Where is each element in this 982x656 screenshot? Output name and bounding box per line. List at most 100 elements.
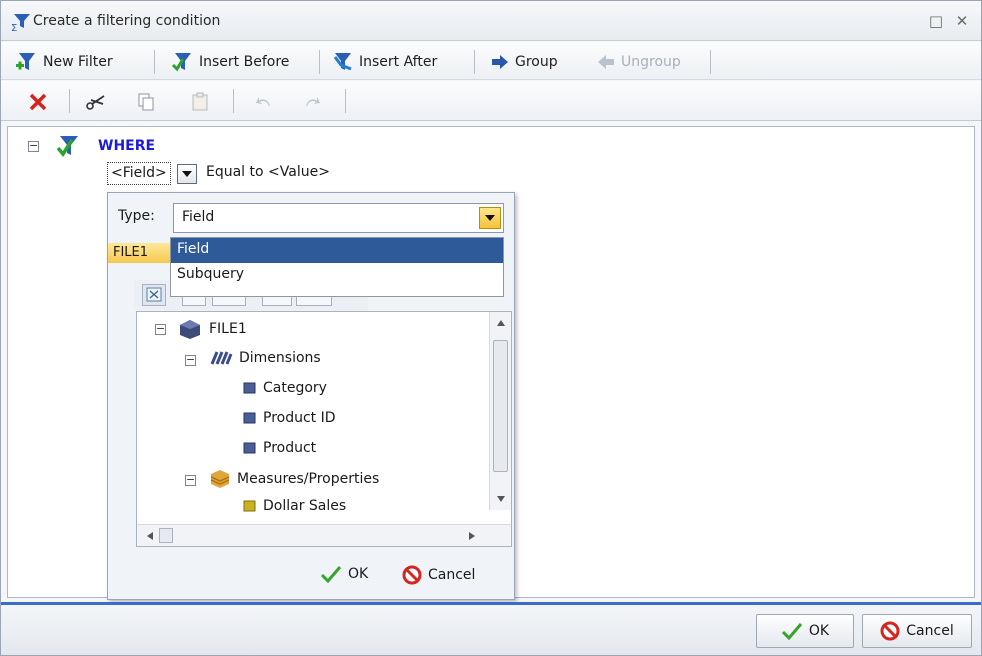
cancel-icon	[402, 565, 422, 585]
delete-button[interactable]	[27, 91, 49, 113]
where-filter-icon	[56, 136, 78, 157]
operator-label[interactable]: Equal to	[206, 164, 264, 180]
cut-icon	[86, 95, 105, 110]
window-title: Create a filtering condition	[33, 13, 221, 29]
insert-before-label: Insert Before	[199, 54, 290, 70]
arrow-left-icon	[598, 55, 614, 69]
ok-button[interactable]: OK	[756, 614, 854, 648]
measures-collapse-toggle[interactable]: −	[185, 474, 196, 486]
toolbar-separator	[69, 89, 70, 113]
paste-icon	[192, 92, 208, 111]
scroll-left-icon[interactable]	[147, 532, 153, 540]
tree-node-dollar-sales[interactable]: Dollar Sales	[243, 498, 346, 514]
new-filter-label: New Filter	[43, 54, 113, 70]
scroll-down-icon[interactable]	[497, 496, 505, 502]
ungroup-label: Ungroup	[621, 54, 681, 70]
arrow-right-icon	[492, 55, 508, 69]
tree-horizontal-scrollbar[interactable]	[137, 524, 511, 546]
field-dropdown-button[interactable]	[177, 164, 197, 184]
insert-before-button[interactable]: Insert Before	[171, 50, 289, 74]
dimensions-icon	[210, 351, 233, 365]
tree-vertical-scrollbar[interactable]	[489, 312, 511, 510]
tree-node-measures[interactable]: Measures/Properties	[209, 468, 379, 490]
toolbar-separator	[154, 50, 155, 74]
insert-after-label: Insert After	[359, 54, 438, 70]
toolbar-separator	[319, 50, 320, 74]
tree-node-product[interactable]: Product	[243, 440, 316, 456]
tree-vertical-scroll-thumb[interactable]	[493, 340, 508, 472]
toolbar-separator	[233, 89, 234, 113]
tree-view-button[interactable]	[142, 284, 166, 306]
new-filter-button[interactable]: New Filter	[15, 50, 113, 74]
insert-after-button[interactable]: Insert After	[331, 50, 437, 74]
insert-after-icon	[333, 53, 352, 71]
tree-node-label: FILE1	[209, 321, 247, 337]
close-icon[interactable]: ✕	[953, 12, 971, 30]
group-button[interactable]: Group	[491, 50, 558, 74]
ungroup-button[interactable]: Ungroup	[597, 50, 681, 74]
dimension-field-icon	[243, 442, 256, 454]
toolbar-separator	[345, 89, 346, 113]
type-dropdown-button[interactable]	[479, 207, 501, 229]
cancel-button[interactable]: Cancel	[862, 614, 972, 648]
copy-button[interactable]	[135, 91, 157, 113]
cut-button[interactable]	[85, 91, 107, 113]
insert-before-icon	[171, 53, 191, 72]
tree-node-label: Category	[263, 380, 327, 396]
scroll-up-icon[interactable]	[497, 320, 505, 326]
cancel-icon	[880, 621, 900, 641]
type-options-list: Field Subquery	[170, 237, 504, 297]
svg-text:Σ: Σ	[11, 23, 17, 32]
dimensions-collapse-toggle[interactable]: −	[185, 354, 196, 366]
delete-icon	[29, 93, 47, 111]
type-select[interactable]: Field	[173, 203, 504, 233]
copy-icon	[138, 93, 154, 111]
field-token[interactable]: <Field>	[107, 162, 171, 185]
edit-toolbar	[1, 81, 981, 121]
type-option-subquery[interactable]: Subquery	[171, 263, 503, 288]
redo-icon	[306, 97, 320, 106]
popup-ok-button[interactable]: OK	[320, 565, 368, 583]
cancel-label: Cancel	[906, 623, 954, 639]
undo-button[interactable]	[253, 91, 275, 113]
paste-button[interactable]	[189, 91, 211, 113]
where-collapse-toggle[interactable]: −	[28, 140, 39, 152]
title-bar: Σ Create a filtering condition □ ✕	[1, 1, 981, 41]
file-tab-label: FILE1	[113, 245, 149, 260]
field-tree: − FILE1 − Dimensions Category Product ID…	[136, 311, 512, 547]
type-select-value: Field	[182, 209, 215, 225]
tree-node-dimensions[interactable]: Dimensions	[209, 348, 321, 368]
cube-icon	[180, 320, 200, 339]
type-option-field[interactable]: Field	[171, 238, 503, 263]
scroll-right-icon[interactable]	[469, 532, 475, 540]
group-label: Group	[515, 54, 558, 70]
filter-app-icon: Σ	[11, 14, 30, 32]
measures-icon	[210, 470, 230, 488]
filter-dialog: Σ Create a filtering condition □ ✕ New F…	[0, 0, 982, 656]
new-filter-icon	[16, 53, 35, 70]
toolbar-separator	[474, 50, 475, 74]
tree-node-label: Dollar Sales	[263, 498, 347, 514]
tree-node-product-id[interactable]: Product ID	[243, 410, 336, 426]
condition-text: Equal to <Value>	[206, 164, 330, 180]
tree-view-icon	[146, 287, 162, 302]
maximize-icon[interactable]: □	[927, 12, 945, 30]
tree-node-label: Product ID	[263, 410, 336, 426]
tree-horizontal-scroll-thumb[interactable]	[159, 528, 173, 543]
file1-collapse-toggle[interactable]: −	[155, 323, 166, 335]
type-label: Type:	[118, 208, 155, 224]
where-label[interactable]: WHERE	[98, 138, 155, 154]
tree-node-label: Measures/Properties	[237, 471, 380, 487]
filter-toolbar: New Filter Insert Before Insert After Gr…	[1, 42, 981, 80]
tree-node-file1[interactable]: FILE1	[177, 318, 247, 340]
field-token-label: <Field>	[111, 165, 167, 181]
value-token[interactable]: <Value>	[268, 164, 330, 180]
popup-cancel-button[interactable]: Cancel	[402, 565, 475, 585]
toolbar-separator	[710, 50, 711, 74]
checkmark-icon	[781, 623, 803, 640]
redo-button[interactable]	[301, 91, 323, 113]
file-tab[interactable]: FILE1	[108, 243, 178, 263]
tree-node-category[interactable]: Category	[243, 380, 327, 396]
popup-cancel-label: Cancel	[428, 567, 476, 583]
measure-field-icon	[243, 500, 256, 512]
